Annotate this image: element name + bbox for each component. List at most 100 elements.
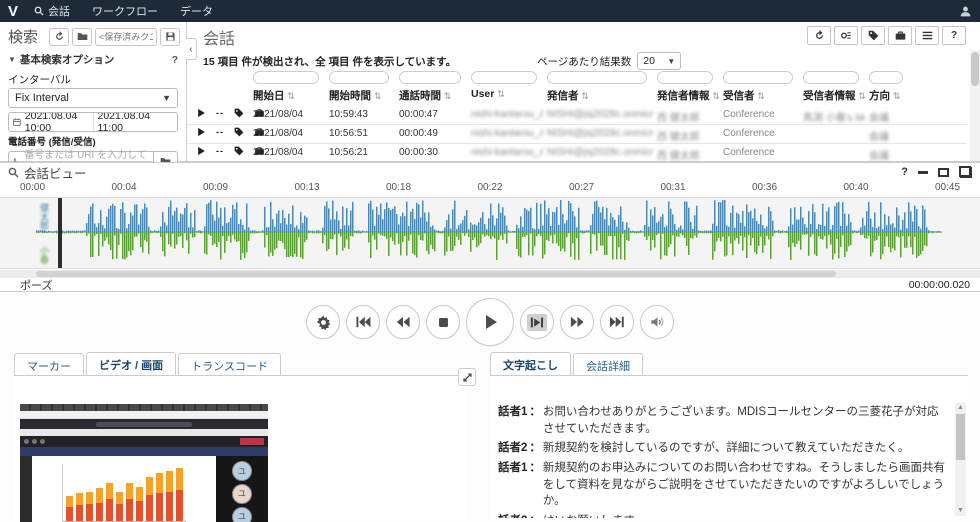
- scrollbar-thumb[interactable]: [956, 414, 965, 460]
- column-header-callee_info[interactable]: 受信者情報 ⇅: [803, 88, 866, 103]
- open-query-button[interactable]: [72, 28, 92, 46]
- cell-direction: 会議: [869, 147, 909, 162]
- scroll-up-icon[interactable]: ▲: [955, 402, 966, 413]
- help-icon[interactable]: ?: [901, 166, 908, 178]
- column-header-date[interactable]: 開始日 ⇅: [253, 88, 295, 103]
- utterance-text: 新規契約のお申込みについてのお問い合わせですね。そうしましたら画面共有をして資料…: [543, 460, 948, 510]
- column-label: User: [471, 88, 494, 100]
- media-card-body: ユユユ: [14, 375, 466, 520]
- tag-icon[interactable]: [234, 108, 244, 118]
- restore-window-icon[interactable]: [959, 167, 972, 177]
- chart-bar: [146, 477, 153, 521]
- interval-value: Fix Interval: [15, 92, 69, 104]
- table-row[interactable]: --2021/08/0410:56:2100:00:30nishi-kantar…: [187, 144, 967, 163]
- help-icon[interactable]: ?: [172, 54, 178, 66]
- nav-item-data[interactable]: データ: [180, 3, 213, 19]
- column-filter-input[interactable]: [399, 71, 461, 84]
- column-header-user[interactable]: User ⇅: [471, 88, 505, 100]
- chevron-left-icon: ‹: [189, 44, 192, 55]
- column-header-duration[interactable]: 通話時間 ⇅: [399, 88, 451, 103]
- page-size-select[interactable]: 20 ▼: [637, 52, 681, 70]
- play-button[interactable]: [466, 298, 514, 346]
- tag-button[interactable]: [861, 26, 885, 45]
- cell-duration: 00:00:30: [399, 147, 467, 158]
- reset-query-button[interactable]: [49, 28, 69, 46]
- case-button[interactable]: [888, 26, 912, 45]
- timeline-ruler[interactable]: 00:0000:0400:0900:1300:1800:2200:2700:31…: [0, 181, 980, 196]
- cell-date: 2021/08/04: [253, 109, 325, 120]
- column-filter-input[interactable]: [723, 71, 793, 84]
- saved-query-input[interactable]: [95, 28, 157, 46]
- column-filter-input[interactable]: [329, 71, 389, 84]
- nav-item-conversation[interactable]: 会話: [34, 3, 70, 19]
- playhead-cursor[interactable]: [58, 198, 62, 268]
- save-query-button[interactable]: [160, 28, 180, 46]
- timeline-tick: 00:27: [569, 182, 594, 193]
- play-row-icon[interactable]: [197, 108, 206, 118]
- column-header-callee[interactable]: 受信者 ⇅: [723, 88, 765, 103]
- cell-callee: Conference: [723, 109, 799, 120]
- interval-select[interactable]: Fix Interval ▼: [8, 88, 178, 108]
- chart-bar: [136, 487, 143, 521]
- scrollbar-thumb[interactable]: [36, 271, 836, 277]
- speaker-separator: ：: [529, 404, 541, 437]
- transcript-scrollbar[interactable]: ▲ ▼: [955, 402, 966, 516]
- timeline-horizontal-scrollbar[interactable]: [0, 270, 980, 278]
- date-to-value: 2021.08.04 11:00: [98, 112, 174, 132]
- player-settings-button[interactable]: [306, 305, 340, 339]
- stop-button[interactable]: [426, 305, 460, 339]
- column-filter-input[interactable]: [803, 71, 859, 84]
- transcript-content: 話者1：お問い合わせありがとうございます。MDISコールセンターの三菱花子が対応…: [490, 402, 954, 518]
- column-filter-input[interactable]: [869, 71, 903, 84]
- skip-to-end-button[interactable]: [600, 305, 634, 339]
- fast-forward-button[interactable]: [560, 305, 594, 339]
- basic-options-section-header[interactable]: ▼ 基本検索オプション ?: [0, 49, 186, 70]
- skip-start-icon: [355, 315, 371, 329]
- column-filter-input[interactable]: [657, 71, 713, 84]
- teams-title-bar: [20, 419, 268, 429]
- table-row[interactable]: --2021/08/0410:56:5100:00:49nishi-kantar…: [187, 125, 967, 144]
- column-filter-input[interactable]: [471, 71, 537, 84]
- column-settings-button[interactable]: [834, 26, 858, 45]
- column-header-start[interactable]: 開始時間 ⇅: [329, 88, 381, 103]
- more-actions-icon[interactable]: --: [216, 146, 224, 156]
- date-from-field[interactable]: 2021.08.04 10:00: [9, 112, 93, 132]
- column-filter-input[interactable]: [253, 71, 319, 84]
- tag-icon[interactable]: [234, 127, 244, 137]
- rewind-button[interactable]: [386, 305, 420, 339]
- collapse-panel-button[interactable]: ‹: [186, 38, 197, 60]
- scrollbar-thumb[interactable]: [971, 52, 979, 86]
- minimize-icon[interactable]: [918, 171, 928, 174]
- maximize-icon[interactable]: [938, 168, 949, 177]
- tag-icon[interactable]: [234, 146, 244, 156]
- list-view-button[interactable]: [915, 26, 939, 45]
- list-vertical-scrollbar[interactable]: [970, 50, 980, 161]
- table-row[interactable]: --2021/08/0410:59:4300:00:47nishi-kantar…: [187, 106, 967, 125]
- camera-icon: [32, 439, 37, 444]
- refresh-list-button[interactable]: [807, 26, 831, 45]
- timeline-tick: 00:09: [203, 182, 228, 193]
- play-row-icon[interactable]: [197, 146, 206, 156]
- screen-recording-thumbnail[interactable]: ユユユ: [20, 404, 268, 522]
- nav-item-workflow[interactable]: ワークフロー: [92, 3, 158, 19]
- refresh-icon: [54, 31, 65, 42]
- play-selection-button[interactable]: [520, 305, 554, 339]
- column-header-caller[interactable]: 発信者 ⇅: [547, 88, 589, 103]
- help-button[interactable]: ?: [942, 26, 966, 45]
- column-filter-input[interactable]: [547, 71, 647, 84]
- play-row-icon[interactable]: [197, 127, 206, 137]
- sort-icon: ⇅: [444, 91, 452, 101]
- more-actions-icon[interactable]: --: [216, 127, 224, 137]
- conversation-list-panel: ‹ 会話 ? 15 項目 件が検出され、全 項目 件を表示しています。 ページあ…: [187, 22, 980, 162]
- more-actions-icon[interactable]: --: [216, 108, 224, 118]
- column-header-caller_info[interactable]: 発信者情報 ⇅: [657, 88, 720, 103]
- volume-button[interactable]: [640, 305, 674, 339]
- leave-meeting-button: [240, 438, 264, 445]
- scroll-down-icon[interactable]: ▼: [955, 505, 966, 516]
- waveform-area[interactable]: 健太郎 小春: [0, 197, 980, 269]
- skip-to-start-button[interactable]: [346, 305, 380, 339]
- column-header-direction[interactable]: 方向 ⇅: [869, 88, 900, 103]
- date-to-field[interactable]: 2021.08.04 11:00: [93, 112, 178, 132]
- user-account-icon[interactable]: [959, 5, 972, 18]
- expand-video-button[interactable]: [458, 368, 476, 386]
